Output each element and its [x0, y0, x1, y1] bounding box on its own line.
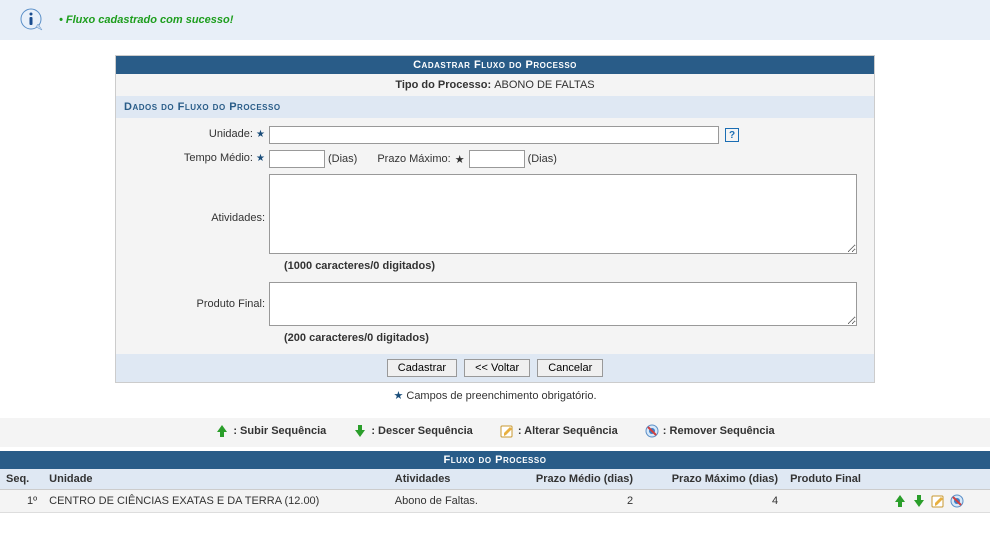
label-tempo-medio: Tempo Médio: ★	[124, 150, 269, 164]
char-count-produto: (200 caracteres/0 digitados)	[124, 332, 866, 344]
action-remover[interactable]	[950, 494, 964, 508]
cancelar-button[interactable]: Cancelar	[537, 359, 603, 377]
arrow-down-icon	[353, 424, 367, 438]
success-message: • Fluxo cadastrado com sucesso!	[59, 14, 233, 26]
col-atividades: Atividades	[389, 469, 506, 490]
legend-remover: : Remover Sequência	[645, 424, 775, 438]
table-row: 1º CENTRO DE CIÊNCIAS EXATAS E DA TERRA …	[0, 490, 990, 513]
col-produto-final: Produto Final	[784, 469, 886, 490]
table-title: Fluxo do Processo	[0, 451, 990, 469]
action-subir[interactable]	[893, 494, 907, 508]
row-produto-final: Produto Final:	[124, 282, 866, 326]
unidade-input[interactable]	[269, 126, 719, 144]
form-title: Cadastrar Fluxo do Processo	[116, 56, 874, 74]
success-notification: • Fluxo cadastrado com sucesso!	[0, 0, 990, 40]
col-actions	[886, 469, 990, 490]
required-note: ★ Campos de preenchimento obrigatório.	[0, 383, 990, 408]
col-unidade: Unidade	[43, 469, 389, 490]
dias-label: (Dias)	[328, 153, 357, 165]
form-container: Cadastrar Fluxo do Processo Tipo do Proc…	[115, 55, 875, 383]
cell-seq: 1º	[0, 490, 43, 513]
delete-icon	[645, 424, 659, 438]
edit-icon	[500, 424, 514, 438]
cell-actions	[886, 490, 990, 513]
row-tempo: Tempo Médio: ★ (Dias) Prazo Máximo: ★ (D…	[124, 150, 866, 168]
label-unidade: Unidade: ★	[124, 126, 269, 140]
table-header-row: Seq. Unidade Atividades Prazo Médio (dia…	[0, 469, 990, 490]
col-prazo-maximo: Prazo Máximo (dias)	[639, 469, 784, 490]
label-produto-final: Produto Final:	[124, 282, 269, 310]
tipo-value: ABONO DE FALTAS	[494, 79, 594, 91]
cell-unidade: CENTRO DE CIÊNCIAS EXATAS E DA TERRA (12…	[43, 490, 389, 513]
required-star: ★	[455, 153, 465, 166]
required-star: ★	[256, 129, 265, 140]
help-icon[interactable]: ?	[725, 128, 739, 142]
atividades-textarea[interactable]	[269, 174, 857, 254]
cell-produto-final	[784, 490, 886, 513]
label-prazo-maximo: Prazo Máximo:	[377, 153, 450, 165]
char-count-atividades: (1000 caracteres/0 digitados)	[124, 260, 866, 272]
info-icon	[20, 8, 44, 32]
cadastrar-button[interactable]: Cadastrar	[387, 359, 457, 377]
tempo-medio-input[interactable]	[269, 150, 325, 168]
button-row: Cadastrar << Voltar Cancelar	[116, 354, 874, 382]
cell-atividades: Abono de Faltas.	[389, 490, 506, 513]
action-alterar[interactable]	[931, 494, 945, 508]
col-seq: Seq.	[0, 469, 43, 490]
arrow-up-icon	[215, 424, 229, 438]
row-atividades: Atividades:	[124, 174, 866, 254]
prazo-maximo-input[interactable]	[469, 150, 525, 168]
col-prazo-medio: Prazo Médio (dias)	[505, 469, 639, 490]
voltar-button[interactable]: << Voltar	[464, 359, 530, 377]
legend-descer: : Descer Sequência	[353, 424, 473, 438]
table-container: Fluxo do Processo Seq. Unidade Atividade…	[0, 451, 990, 513]
cell-prazo-medio: 2	[505, 490, 639, 513]
legend-alterar: : Alterar Sequência	[500, 424, 618, 438]
cell-prazo-maximo: 4	[639, 490, 784, 513]
data-table: Seq. Unidade Atividades Prazo Médio (dia…	[0, 469, 990, 513]
form-body: Unidade: ★ ? Tempo Médio: ★ (Dias) Prazo…	[116, 118, 874, 354]
dias-label: (Dias)	[528, 153, 557, 165]
action-descer[interactable]	[912, 494, 926, 508]
section-header: Dados do Fluxo do Processo	[116, 96, 874, 118]
row-unidade: Unidade: ★ ?	[124, 126, 866, 144]
tipo-label: Tipo do Processo:	[395, 79, 491, 91]
label-atividades: Atividades:	[124, 174, 269, 224]
required-star: ★	[256, 153, 265, 164]
produto-final-textarea[interactable]	[269, 282, 857, 326]
form-subheader: Tipo do Processo: ABONO DE FALTAS	[116, 74, 874, 96]
legend-subir: : Subir Sequência	[215, 424, 326, 438]
legend-bar: : Subir Sequência : Descer Sequência : A…	[0, 418, 990, 447]
